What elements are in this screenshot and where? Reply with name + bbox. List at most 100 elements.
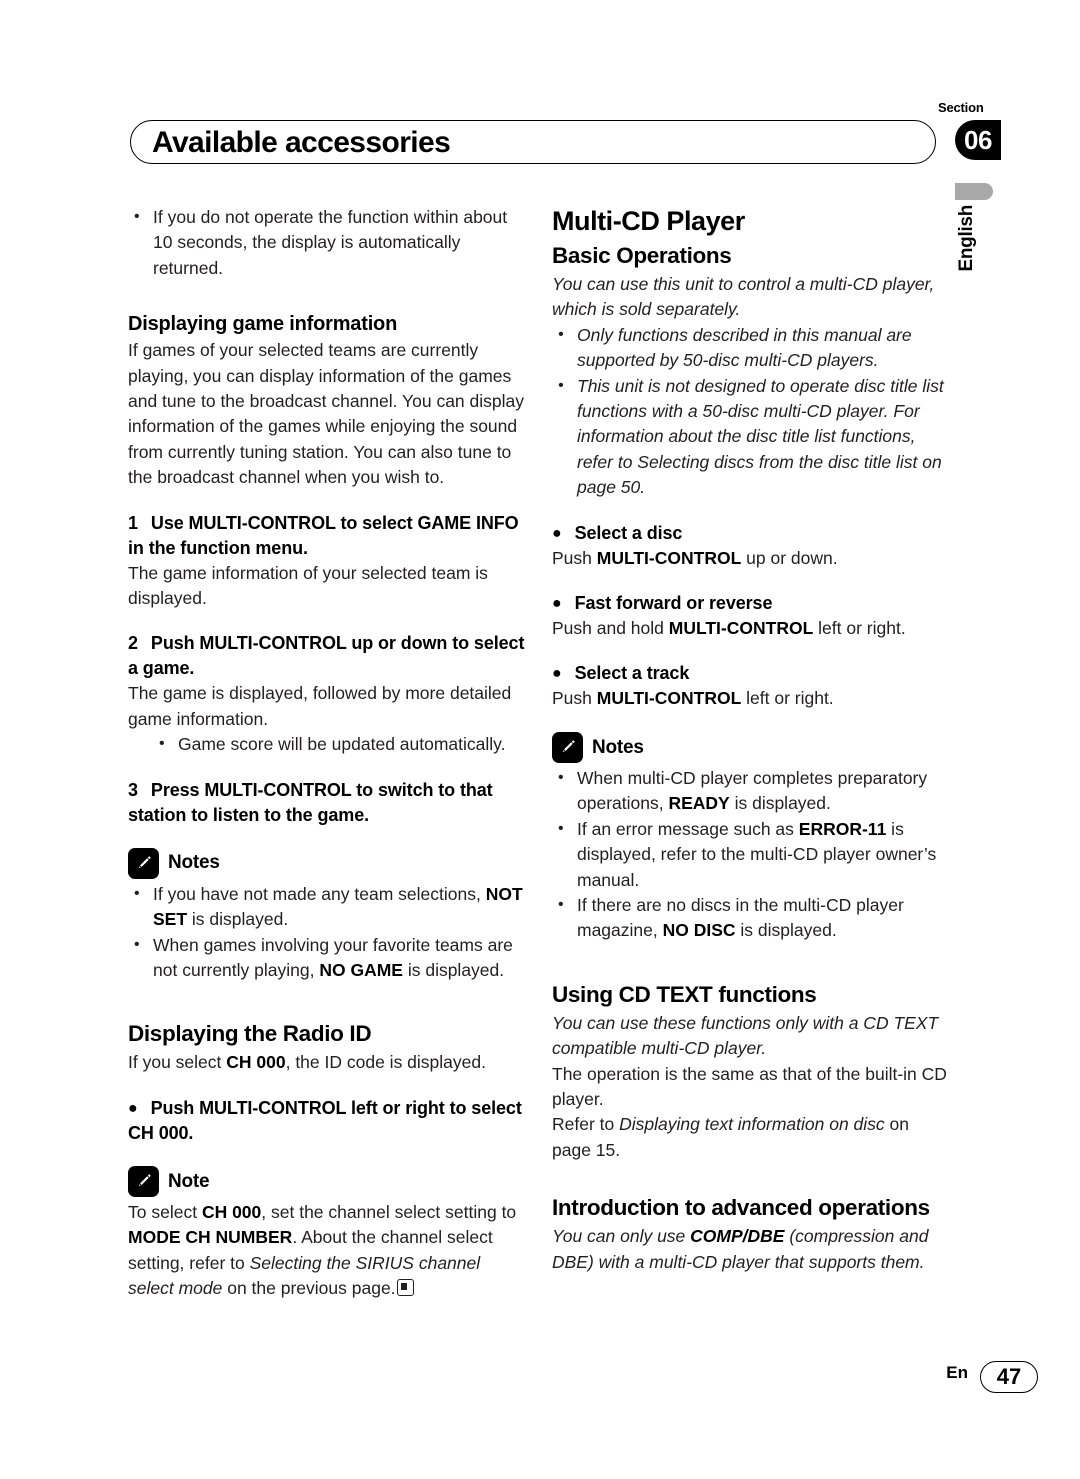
step-1-body: The game information of your selected te…: [128, 562, 488, 609]
multi-cd-notes-list: When multi-CD player completes preparato…: [552, 765, 952, 944]
action-title: Select a disc: [574, 522, 683, 543]
cd-text-italic-intro: You can use these functions only with a …: [552, 1012, 939, 1059]
cd-text-body-1: The operation is the same as that of the…: [552, 1063, 947, 1109]
step-1-number: 1: [128, 512, 138, 533]
notes-label: Notes: [592, 736, 644, 758]
right-column: Multi-CD Player Basic Operations You can…: [552, 205, 952, 1275]
action-pre: Push: [552, 547, 597, 568]
heading-multi-cd-player: Multi-CD Player: [552, 206, 745, 236]
action-post: left or right.: [741, 688, 834, 709]
game-info-body: If games of your selected teams are curr…: [128, 340, 524, 488]
note-bold: NO GAME: [319, 959, 403, 980]
notes-callout-left: Notes: [128, 847, 528, 879]
cd-text-body-2: Refer to Displaying text information on …: [552, 1112, 952, 1163]
list-item: This unit is not designed to operate dis…: [552, 373, 952, 501]
pencil-icon: [128, 1165, 159, 1197]
note-bold1: CH 000: [201, 1201, 262, 1222]
step-3-number: 3: [128, 779, 138, 800]
multi-cd-intro-bullets: Only functions described in this manual …: [552, 322, 952, 501]
note-post: is displayed.: [187, 909, 289, 930]
step-2-body: The game is displayed, followed by more …: [128, 683, 512, 729]
note-callout-left-2: Note: [128, 1165, 528, 1197]
pencil-icon: [128, 847, 159, 879]
step-2-text: Push MULTI-CONTROL up or down to select …: [128, 633, 525, 679]
note-post: is displayed.: [729, 793, 831, 814]
list-item: If there are no discs in the multi-CD pl…: [552, 892, 952, 944]
step-3-title: 3 Press MULTI-CONTROL to switch to that s…: [128, 778, 528, 828]
list-item: Game score will be updated automatically…: [128, 731, 528, 757]
heading-basic-operations: Basic Operations: [552, 243, 732, 268]
action-pre: Push: [552, 688, 597, 709]
heading-displaying-game-information: Displaying game information: [128, 313, 398, 336]
multi-cd-intro: You can use this unit to control a multi…: [552, 274, 935, 320]
list-item: If an error message such as ERROR-11 is …: [552, 816, 952, 893]
footer-language-code: En: [946, 1363, 968, 1382]
note-label: Note: [168, 1170, 210, 1192]
step-3-text: Press MULTI-CONTROL to switch to that st…: [128, 779, 493, 825]
radio-id-action-text: Push MULTI-CONTROL left or right to sele…: [128, 1097, 522, 1143]
language-tab-marker: [955, 183, 993, 200]
notes-callout-right: Notes: [552, 731, 952, 763]
heading-introduction-advanced-operations: Introduction to advanced operations: [552, 1195, 930, 1221]
action-title: Select a track: [574, 663, 690, 684]
action-title: Fast forward or reverse: [574, 593, 773, 614]
action-select-a-disc: ● Select a disc: [552, 521, 952, 546]
note-bold: READY: [668, 793, 730, 814]
heading-using-cd-text-functions: Using CD TEXT functions: [552, 981, 817, 1007]
bullet-dot-icon: ●: [552, 524, 562, 542]
note-bold: ERROR-11: [798, 818, 887, 839]
radio-id-intro-bold: CH 000: [226, 1052, 286, 1073]
note-pre: If you have not made any team selections…: [153, 883, 486, 904]
action-bold: MULTI-CONTROL: [668, 618, 814, 639]
action-bold: MULTI-CONTROL: [596, 688, 742, 709]
cd-text-ref-pre: Refer to: [552, 1114, 620, 1135]
radio-id-intro: If you select CH 000, the ID code is dis…: [128, 1050, 528, 1075]
intro-bullet-list: If you do not operate the function withi…: [128, 204, 528, 281]
list-item: If you have not made any team selections…: [128, 881, 528, 933]
action-fast-forward-reverse-body: Push and hold MULTI-CONTROL left or righ…: [552, 616, 952, 641]
action-post: left or right.: [813, 618, 906, 639]
radio-id-note-body: To select CH 000, set the channel select…: [128, 1200, 528, 1302]
action-select-a-track: ● Select a track: [552, 661, 952, 686]
bullet-dot-icon: ●: [128, 1099, 138, 1117]
pencil-icon: [552, 731, 583, 763]
section-label: Section: [938, 100, 984, 115]
step-2-number: 2: [128, 633, 138, 654]
note-post: is displayed.: [402, 959, 505, 980]
language-tab-label: English: [956, 205, 977, 272]
list-item: Only functions described in this manual …: [552, 322, 952, 374]
page-title: Available accessories: [152, 126, 451, 159]
cd-text-ref-italic: Displaying text information on disc: [619, 1114, 885, 1135]
note-part1: To select: [128, 1201, 202, 1222]
radio-id-action: ● Push MULTI-CONTROL left or right to sel…: [128, 1096, 528, 1146]
heading-displaying-radio-id: Displaying the Radio ID: [128, 1021, 372, 1047]
advanced-bold: COMP/DBE: [690, 1226, 785, 1247]
action-select-a-disc-body: Push MULTI-CONTROL up or down.: [552, 546, 952, 571]
radio-id-intro-post: , the ID code is displayed.: [285, 1052, 486, 1073]
bullet-dot-icon: ●: [552, 665, 562, 683]
radio-id-intro-pre: If you select: [128, 1052, 227, 1073]
action-pre: Push and hold: [552, 618, 669, 639]
note-bold: NO DISC: [662, 920, 736, 941]
note-pre: If an error message such as: [577, 818, 799, 839]
advanced-intro: You can only use COMP/DBE (compression a…: [552, 1224, 952, 1275]
list-item: If you do not operate the function withi…: [128, 204, 528, 281]
action-select-a-track-body: Push MULTI-CONTROL left or right.: [552, 686, 952, 711]
step-2-title: 2 Push MULTI-CONTROL up or down to select…: [128, 631, 528, 681]
notes-label: Notes: [168, 852, 220, 874]
end-of-section-marker: [396, 1278, 414, 1296]
footer-page-number: 47: [980, 1361, 1038, 1393]
note-part4: on the previous page.: [222, 1277, 396, 1298]
action-fast-forward-reverse: ● Fast forward or reverse: [552, 591, 952, 616]
list-item: When games involving your favorite teams…: [128, 932, 528, 984]
bullet-dot-icon: ●: [552, 595, 562, 613]
left-column: If you do not operate the function withi…: [128, 204, 528, 1302]
game-info-notes-list: If you have not made any team selections…: [128, 881, 528, 984]
advanced-pre: You can only use: [552, 1226, 691, 1247]
step-2-sub-bullets: Game score will be updated automatically…: [128, 731, 528, 757]
action-bold: MULTI-CONTROL: [596, 547, 742, 568]
note-bold2: MODE CH NUMBER: [128, 1227, 293, 1248]
action-post: up or down.: [741, 547, 838, 568]
note-post: is displayed.: [735, 920, 837, 941]
manual-page: Section 06 Available accessories English…: [0, 0, 1080, 1479]
